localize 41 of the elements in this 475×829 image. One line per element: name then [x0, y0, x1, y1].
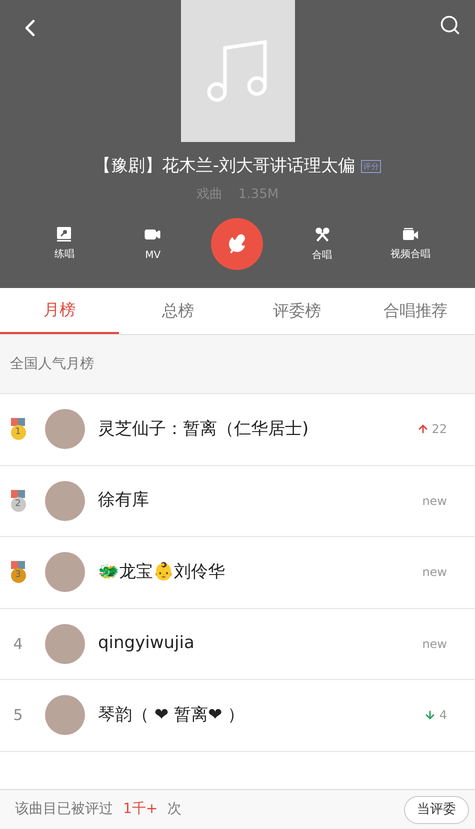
search-icon [439, 14, 461, 36]
trend-text: new [422, 636, 447, 653]
tab[interactable]: 评委榜 [238, 288, 356, 334]
action-button[interactable]: MV [122, 226, 183, 262]
user-name: 徐有库 [98, 489, 150, 512]
video-camera-icon [402, 226, 420, 242]
tab[interactable]: 总榜 [118, 288, 238, 334]
tab[interactable]: 合唱推荐 [356, 288, 475, 334]
avatar-placeholder [45, 480, 85, 521]
judge-button[interactable]: 当评委 [404, 796, 469, 824]
section-title: 全国人气月榜 [10, 354, 94, 374]
review-count-text: 该曲目已被评过 1千+ 次 [15, 800, 183, 819]
action-button[interactable]: 合唱 [292, 226, 352, 262]
down-arrow-icon [424, 709, 436, 722]
rank-number: 5 [13, 705, 23, 726]
trend-text: new [422, 492, 447, 510]
rank-number: 4 [13, 634, 23, 654]
avatar-placeholder [45, 552, 85, 592]
trend-text: new [422, 564, 447, 582]
trend-text: 22 [432, 421, 447, 438]
ranking-row[interactable]: 2 徐有库 new [0, 466, 475, 537]
avatar-placeholder [45, 409, 85, 450]
action-button[interactable]: 视频合唱 [380, 226, 441, 262]
up-arrow-icon [416, 423, 429, 436]
action-button[interactable]: 练唱 [34, 226, 94, 262]
avatar-placeholder [45, 695, 85, 736]
user-name: qingyiwujia [98, 632, 196, 655]
ranking-row[interactable]: 5 琴韵（ ❤ 暂离❤ ） 4 [0, 680, 475, 752]
crossed-mics-icon [314, 226, 331, 242]
user-name: 灵芝仙子：暂离（仁华居士) [98, 418, 310, 440]
trend-text: 4 [439, 707, 447, 724]
user-name: 🐲龙宝👶刘伶华 [98, 560, 226, 584]
mic-card-icon [56, 226, 72, 242]
ranking-row[interactable]: 4 qingyiwujia new [0, 608, 475, 680]
avatar-placeholder [45, 624, 85, 664]
ranking-row[interactable]: 3 🐲龙宝👶刘伶华 new [0, 537, 475, 608]
user-name: 琴韵（ ❤ 暂离❤ ） [98, 704, 246, 726]
search-button[interactable] [439, 14, 461, 36]
ranking-row[interactable]: 1 灵芝仙子：暂离（仁华居士) 22 [0, 394, 475, 466]
rating-badge: 评分 [361, 160, 382, 174]
song-title: 【豫剧】花木兰-刘大哥讲话理太偏 [94, 155, 356, 178]
